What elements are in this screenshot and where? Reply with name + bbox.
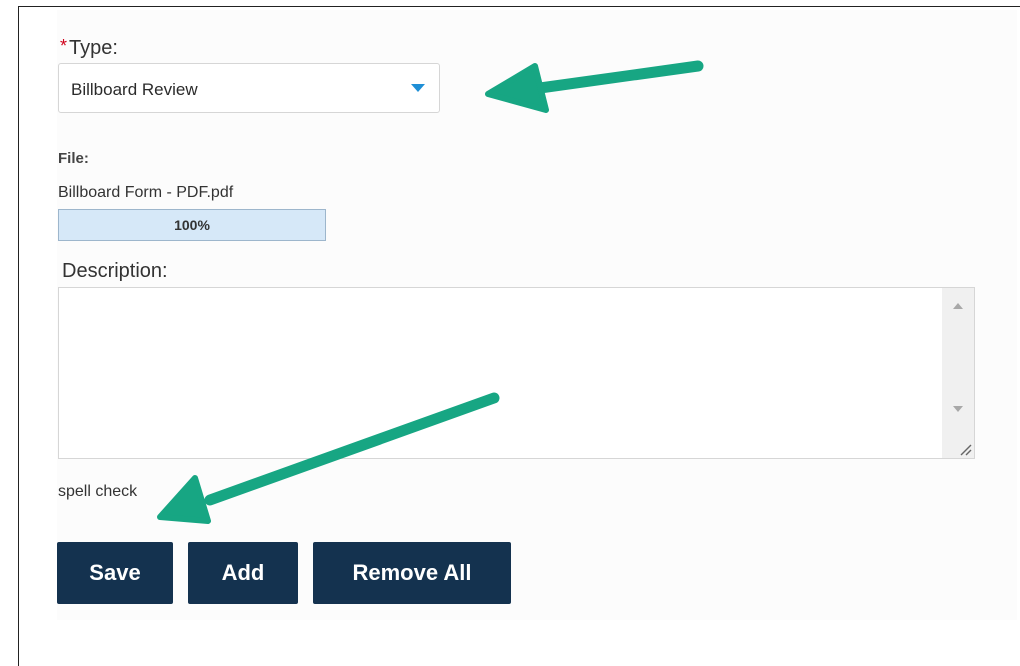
scroll-up-icon[interactable] xyxy=(953,303,963,309)
resize-handle-icon[interactable] xyxy=(956,440,972,456)
description-label: Description: xyxy=(62,260,168,282)
scroll-down-icon[interactable] xyxy=(953,406,963,412)
add-button[interactable]: Add xyxy=(188,542,298,604)
upload-progress-bar: 100% xyxy=(58,209,326,241)
description-scrollbar[interactable] xyxy=(942,288,974,458)
chevron-down-icon xyxy=(411,84,425,92)
spell-check-link[interactable]: spell check xyxy=(58,483,137,501)
remove-all-button[interactable]: Remove All xyxy=(313,542,511,604)
description-textarea[interactable] xyxy=(58,287,975,459)
required-mark: * xyxy=(60,36,68,56)
type-label: * Type: xyxy=(60,36,118,59)
type-select-value: Billboard Review xyxy=(71,80,198,99)
file-label: File: xyxy=(58,150,89,167)
save-button[interactable]: Save xyxy=(57,542,173,604)
type-select[interactable]: Billboard Review xyxy=(58,63,440,113)
upload-progress-text: 100% xyxy=(174,217,210,233)
file-name: Billboard Form - PDF.pdf xyxy=(58,184,234,201)
